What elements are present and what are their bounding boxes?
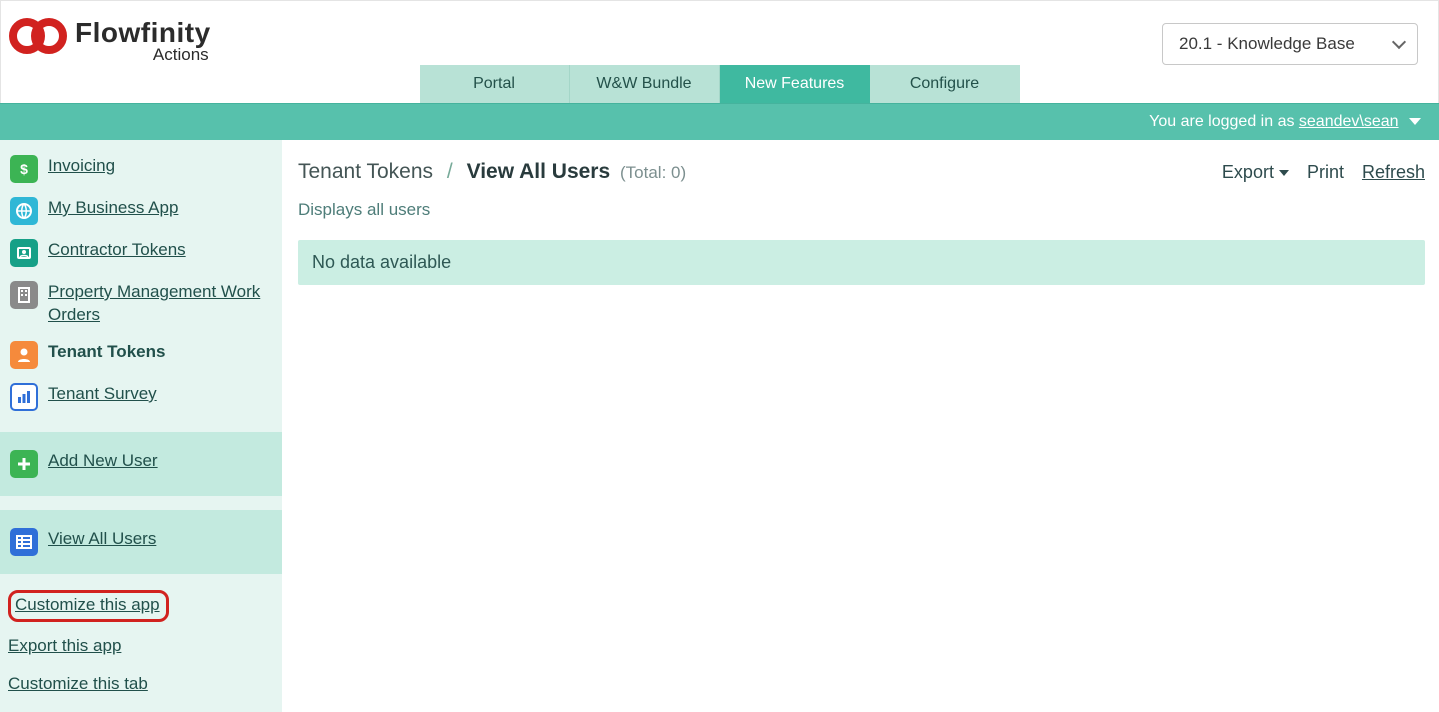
breadcrumb: Tenant Tokens / View All Users (Total: 0…: [298, 160, 686, 184]
sidebar-item-property[interactable]: Property Management Work Orders: [0, 274, 282, 334]
sidebar-add-user[interactable]: Add New User: [0, 446, 282, 482]
caret-down-icon[interactable]: [1409, 118, 1421, 125]
tab-portal[interactable]: Portal: [420, 65, 570, 103]
login-prefix: You are logged in as: [1149, 113, 1299, 130]
login-user[interactable]: seandev\sean: [1299, 113, 1399, 130]
sidebar-item-mybusiness[interactable]: My Business App: [0, 190, 282, 232]
sidebar-view-all-users[interactable]: View All Users: [0, 524, 282, 560]
login-bar: You are logged in as seandev\sean: [0, 103, 1439, 140]
sidebar-item-tenant-survey[interactable]: Tenant Survey: [0, 376, 282, 418]
sidebar-item-invoicing[interactable]: $ Invoicing: [0, 148, 282, 190]
person-icon: [10, 341, 38, 369]
sidebar: $ Invoicing My Business App Contractor T…: [0, 140, 282, 712]
sidebar-item-label: My Business App: [48, 197, 178, 220]
sidebar-links: Customize this app Export this app Custo…: [0, 574, 282, 712]
id-icon: [10, 239, 38, 267]
sidebar-view-block: View All Users: [0, 510, 282, 574]
tab-configure[interactable]: Configure: [870, 65, 1020, 103]
logo-sub: Actions: [75, 45, 209, 65]
sidebar-item-label: Tenant Tokens: [48, 341, 165, 364]
customize-tab-link[interactable]: Customize this tab: [8, 674, 148, 694]
dollar-icon: $: [10, 155, 38, 183]
building-icon: [10, 281, 38, 309]
page-actions: Export Print Refresh: [1222, 162, 1425, 183]
breadcrumb-root[interactable]: Tenant Tokens: [298, 160, 433, 183]
sidebar-item-label: Add New User: [48, 450, 158, 473]
customize-app-link[interactable]: Customize this app: [15, 595, 160, 615]
print-button[interactable]: Print: [1307, 162, 1344, 183]
sidebar-add-block: Add New User: [0, 432, 282, 496]
plus-icon: [10, 450, 38, 478]
table-icon: [10, 528, 38, 556]
empty-banner: No data available: [298, 240, 1425, 285]
breadcrumb-current: View All Users: [467, 160, 611, 183]
nav-tabs: Portal W&W Bundle New Features Configure: [0, 65, 1439, 103]
refresh-button[interactable]: Refresh: [1362, 162, 1425, 183]
kb-select-wrap[interactable]: 20.1 - Knowledge Base: [1162, 23, 1418, 65]
sidebar-item-contractor[interactable]: Contractor Tokens: [0, 232, 282, 274]
breadcrumb-sep: /: [447, 160, 453, 183]
sidebar-item-tenant-tokens[interactable]: Tenant Tokens: [0, 334, 282, 376]
sidebar-item-label: View All Users: [48, 528, 156, 551]
chart-icon: [10, 383, 38, 411]
globe-icon: [10, 197, 38, 225]
tab-new-features[interactable]: New Features: [720, 65, 870, 103]
workspace: $ Invoicing My Business App Contractor T…: [0, 140, 1439, 712]
kb-select[interactable]: 20.1 - Knowledge Base: [1162, 23, 1418, 65]
tab-ww-bundle[interactable]: W&W Bundle: [570, 65, 720, 103]
sidebar-item-label: Tenant Survey: [48, 383, 157, 406]
sidebar-item-label: Invoicing: [48, 155, 115, 178]
export-app-link[interactable]: Export this app: [8, 636, 121, 656]
logo: Flowfinity Actions: [9, 11, 211, 65]
header: Flowfinity Actions 20.1 - Knowledge Base: [0, 0, 1439, 65]
breadcrumb-row: Tenant Tokens / View All Users (Total: 0…: [298, 160, 1425, 184]
sidebar-item-label: Property Management Work Orders: [48, 281, 272, 327]
customize-app-highlight: Customize this app: [8, 590, 169, 622]
sidebar-item-label: Contractor Tokens: [48, 239, 186, 262]
page-subtitle: Displays all users: [298, 200, 1425, 220]
export-button[interactable]: Export: [1222, 162, 1289, 183]
content: Tenant Tokens / View All Users (Total: 0…: [282, 140, 1439, 712]
svg-text:$: $: [20, 161, 28, 177]
breadcrumb-total: (Total: 0): [620, 163, 686, 182]
logo-icon: [9, 17, 71, 55]
sidebar-apps: $ Invoicing My Business App Contractor T…: [0, 140, 282, 428]
